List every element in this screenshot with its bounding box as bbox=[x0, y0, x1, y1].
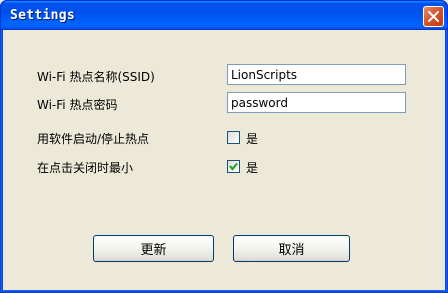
title-bar[interactable]: Settings bbox=[0, 0, 448, 30]
toggle-hotspot-option: 是 bbox=[246, 132, 259, 146]
close-icon bbox=[428, 11, 439, 22]
minimize-on-close-label: 在点击关闭时最小 bbox=[37, 161, 134, 175]
toggle-hotspot-label: 用软件启动/停止热点 bbox=[37, 132, 150, 146]
dialog-client-area: Wi-Fi 热点名称(SSID) Wi-Fi 热点密码 用软件启动/停止热点 是… bbox=[3, 30, 445, 290]
minimize-on-close-checkbox[interactable] bbox=[227, 160, 240, 173]
cancel-button[interactable]: 取消 bbox=[233, 235, 350, 262]
window-title: Settings bbox=[10, 8, 76, 23]
checkmark-icon bbox=[229, 162, 238, 171]
ssid-input[interactable] bbox=[227, 64, 406, 85]
settings-window: Settings Wi-Fi 热点名称(SSID) Wi-Fi 热点密码 用软件… bbox=[0, 0, 448, 293]
password-label: Wi-Fi 热点密码 bbox=[37, 98, 118, 112]
close-button[interactable] bbox=[423, 6, 444, 27]
password-input[interactable] bbox=[227, 92, 406, 113]
toggle-hotspot-checkbox[interactable] bbox=[227, 131, 240, 144]
ssid-label: Wi-Fi 热点名称(SSID) bbox=[37, 70, 155, 84]
update-button[interactable]: 更新 bbox=[93, 235, 214, 262]
minimize-on-close-option: 是 bbox=[246, 161, 259, 175]
